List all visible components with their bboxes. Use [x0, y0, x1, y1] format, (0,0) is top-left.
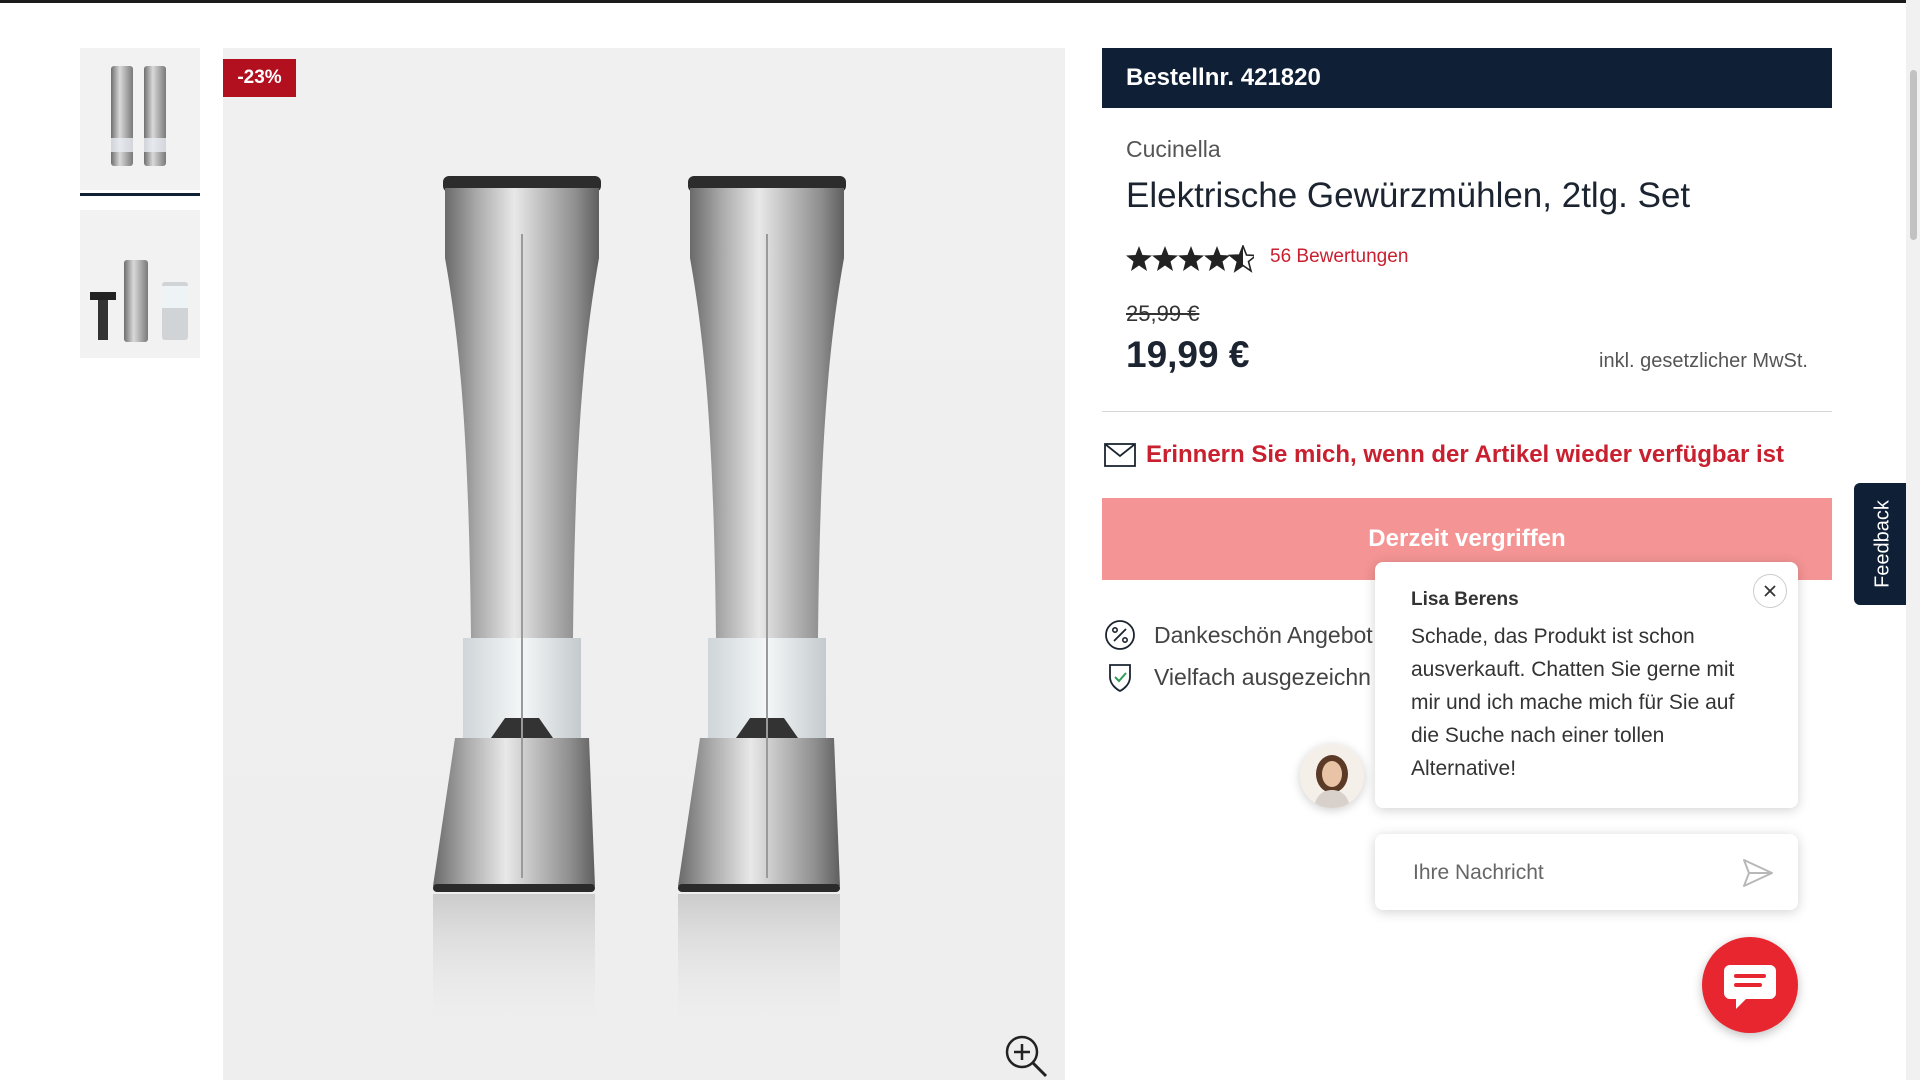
usp-label: Vielfach ausgezeichn: [1154, 663, 1371, 690]
usp-label: Dankeschön Angebot: [1154, 621, 1373, 648]
product-main-image[interactable]: [223, 48, 1065, 1080]
chat-message-input[interactable]: [1411, 852, 1735, 894]
star-icon: [1152, 246, 1178, 271]
star-icon: [1126, 246, 1152, 271]
top-border: [0, 0, 1920, 3]
thumbnail-mill-pair[interactable]: [80, 48, 200, 190]
feedback-tab[interactable]: Feedback: [1854, 483, 1912, 605]
chat-input-box: [1375, 834, 1798, 910]
thumbnail-mill-set-parts[interactable]: [80, 210, 200, 358]
send-icon[interactable]: [1741, 856, 1775, 890]
star-icon: [1204, 246, 1230, 271]
close-icon: [1764, 585, 1776, 597]
divider: [1102, 411, 1832, 412]
current-price: 19,99 €: [1126, 334, 1250, 375]
discount-badge: -23%: [223, 59, 296, 97]
usp-thankyou-offer: Dankeschön Angebot: [1104, 618, 1373, 652]
old-price: 25,99 €: [1126, 301, 1200, 326]
rating-stars[interactable]: [1126, 244, 1254, 274]
remind-me-link[interactable]: Erinnern Sie mich, wenn der Artikel wied…: [1104, 440, 1784, 470]
chat-close-button[interactable]: [1753, 574, 1787, 608]
brand-name[interactable]: Cucinella: [1126, 136, 1221, 163]
feedback-label: Feedback: [1871, 500, 1894, 588]
order-number-bar: Bestellnr. 421820: [1102, 48, 1832, 108]
thumbnail-selected-indicator: [80, 193, 200, 196]
remind-me-label: Erinnern Sie mich, wenn der Artikel wied…: [1146, 441, 1784, 468]
chat-agent-name: Lisa Berens: [1411, 589, 1519, 610]
shield-check-icon: [1109, 664, 1131, 693]
mail-icon: [1104, 443, 1136, 467]
chat-agent-avatar: [1300, 744, 1364, 808]
percent-icon: [1105, 620, 1135, 650]
star-icon: [1178, 246, 1204, 271]
usp-awards: Vielfach ausgezeichn: [1104, 660, 1371, 694]
chat-message-text: Schade, das Produkt ist schon ausverkauf…: [1411, 625, 1735, 780]
chat-launcher-button[interactable]: [1702, 937, 1798, 1033]
chat-message-card: Lisa Berens Schade, das Produkt ist scho…: [1375, 562, 1798, 808]
product-title: Elektrische Gewürzmühlen, 2tlg. Set: [1126, 176, 1691, 215]
vat-note: inkl. gesetzlicher MwSt.: [1599, 350, 1808, 372]
reviews-link[interactable]: 56 Bewertungen: [1270, 246, 1408, 268]
chat-bubble-icon: [1724, 965, 1776, 1009]
zoom-in-icon[interactable]: [1004, 1034, 1050, 1080]
scrollbar-thumb[interactable]: [1910, 70, 1917, 240]
star-half-icon: [1229, 245, 1254, 272]
